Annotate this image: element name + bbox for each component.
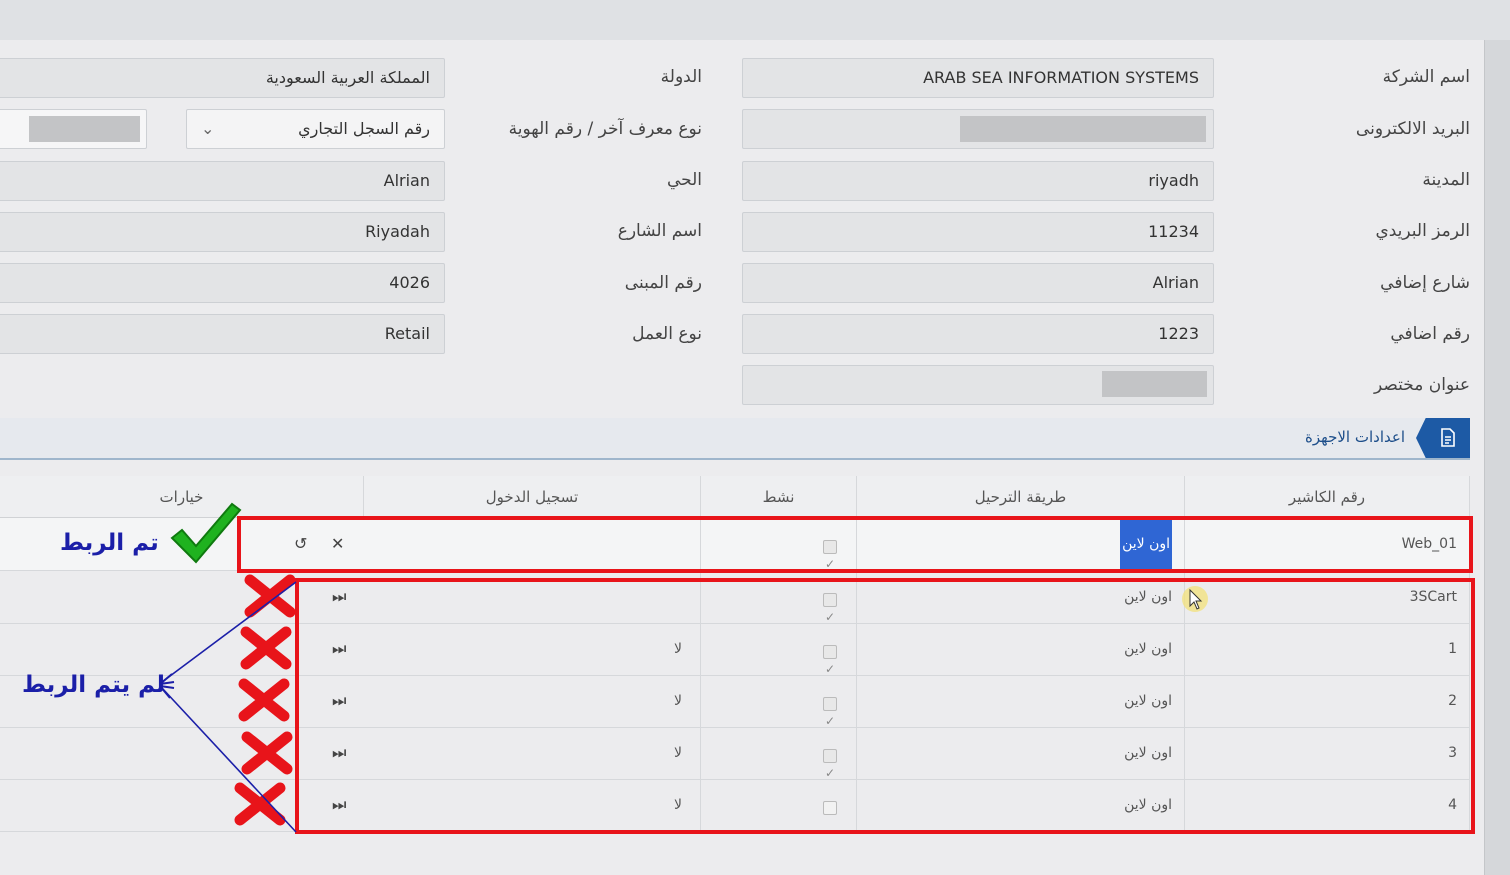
street-name-field[interactable]: Riyadah [0, 212, 445, 252]
top-bar [0, 0, 1510, 41]
chevron-down-icon: ⌄ [201, 119, 215, 138]
additional-street-label: شارع إضافي [1380, 273, 1470, 293]
additional-street-field[interactable]: Alrian [742, 263, 1214, 303]
company-name-label: اسم الشركة [1382, 67, 1470, 87]
short-address-label: عنوان مختصر [1374, 375, 1470, 395]
arrow-lines [159, 581, 297, 833]
country-field[interactable]: المملكة العربية السعودية [0, 58, 445, 98]
email-label: البريد الالكترونى [1355, 119, 1470, 139]
postal-code-label: الرمز البريدي [1375, 221, 1470, 241]
building-number-label: رقم المبنى [624, 273, 702, 293]
header-method: طريقة الترحيل [857, 476, 1185, 518]
redacted-email [960, 116, 1206, 142]
id-type-selected: رقم السجل التجاري [298, 119, 430, 138]
district-label: الحي [666, 170, 702, 190]
building-number-field[interactable]: 4026 [0, 263, 445, 303]
redacted-id-number [29, 116, 140, 142]
additional-number-field[interactable]: 1223 [742, 314, 1214, 354]
city-label: المدينة [1422, 170, 1470, 190]
business-type-label: نوع العمل [632, 324, 702, 344]
unlinked-highlight-box [295, 578, 1475, 834]
district-field[interactable]: Alrian [0, 161, 445, 201]
header-login: تسجيل الدخول [364, 476, 701, 518]
redacted-short-address [1102, 371, 1207, 397]
section-title: اعدادات الاجهزة [1305, 428, 1405, 446]
document-icon [1441, 428, 1455, 447]
street-name-label: اسم الشارع [617, 221, 702, 241]
linked-annotation: تم الربط [60, 530, 159, 556]
not-linked-annotation: لم يتم الربط [22, 672, 165, 698]
country-label: الدولة [660, 67, 702, 87]
id-type-label: نوع معرف آخر / رقم الهوية [508, 119, 702, 139]
id-type-select[interactable]: رقم السجل التجاري ⌄ [186, 109, 445, 149]
postal-code-field[interactable]: 11234 [742, 212, 1214, 252]
additional-number-label: رقم اضافي [1390, 324, 1470, 344]
business-type-field[interactable]: Retail [0, 314, 445, 354]
city-field[interactable]: riyadh [742, 161, 1214, 201]
scrollbar[interactable] [1484, 40, 1510, 875]
company-name-field[interactable]: ARAB SEA INFORMATION SYSTEMS [742, 58, 1214, 98]
checkmark-icon [170, 502, 242, 564]
linked-highlight-box [237, 516, 1473, 573]
section-divider [0, 458, 1470, 460]
header-cashier: رقم الكاشير [1185, 476, 1470, 518]
header-active: نشط [701, 476, 857, 518]
